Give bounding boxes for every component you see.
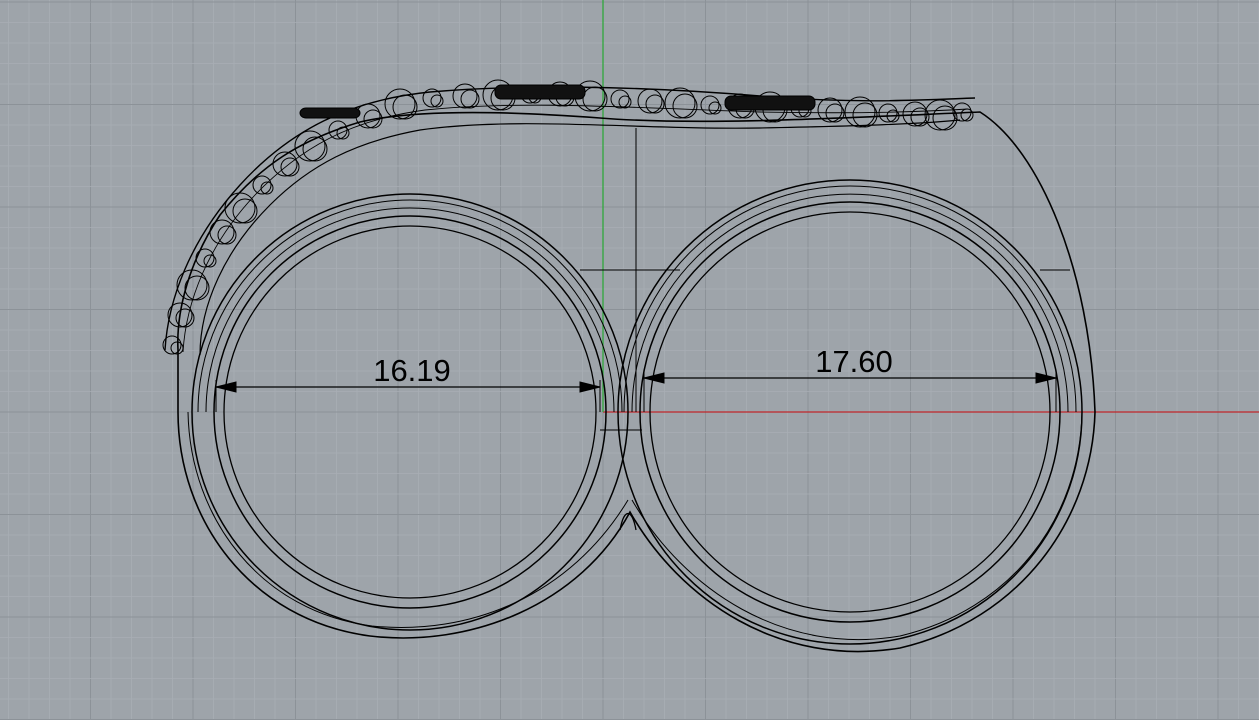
gem-seat-cluster — [724, 95, 816, 111]
dimension-left-label[interactable]: 16.19 — [373, 353, 451, 388]
gem-seat-cluster — [494, 84, 586, 100]
viewport-canvas[interactable]: 16.19 17.60 — [0, 0, 1259, 720]
perspective-viewport[interactable]: 16.19 17.60 — [0, 0, 1259, 720]
dimension-right-label[interactable]: 17.60 — [815, 344, 893, 379]
gem-seat-cluster — [299, 107, 361, 119]
